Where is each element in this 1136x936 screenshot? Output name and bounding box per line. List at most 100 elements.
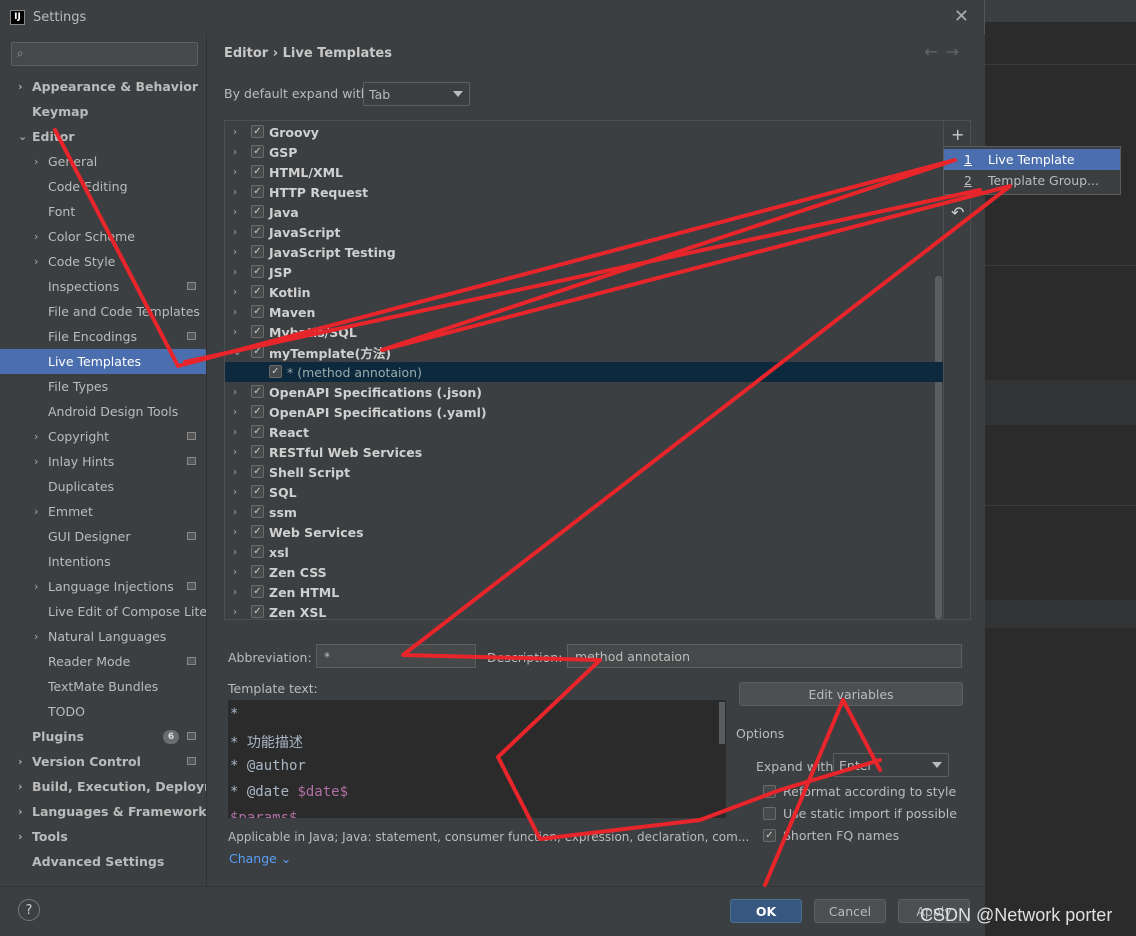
chevron-right-icon[interactable]: › [233,467,237,478]
expand-select[interactable]: Tab [363,82,470,106]
sidebar-item-emmet[interactable]: › Emmet [0,499,206,524]
template-group[interactable]: › ✓ Zen XSL [225,602,943,620]
breadcrumb-part[interactable]: Editor [224,46,268,61]
chevron-right-icon[interactable]: › [233,527,237,538]
template-group[interactable]: › ✓ Zen CSS [225,562,943,582]
sidebar-item-appearance[interactable]: › Appearance & Behavior [0,74,206,99]
chevron-right-icon[interactable]: › [233,227,237,238]
sidebar-item-todo[interactable]: TODO [0,699,206,724]
chevron-right-icon[interactable]: › [233,387,237,398]
sidebar-item-languages[interactable]: › Languages & Frameworks [0,799,214,824]
chevron-right-icon[interactable]: › [233,547,237,558]
sidebar-item-advanced[interactable]: Advanced Settings [0,849,206,874]
chevron-right-icon[interactable]: › [233,287,237,298]
editor-scrollbar[interactable] [719,702,725,744]
template-checkbox[interactable]: ✓ [251,185,264,198]
template-group[interactable]: ⌄ ✓ myTemplate(方法) [225,342,943,362]
sidebar-item-file-code-templates[interactable]: File and Code Templates [0,299,206,324]
template-text-editor[interactable]: * * 功能描述 * @author * @date $date$ $param… [228,700,726,818]
sidebar-item-reader-mode[interactable]: Reader Mode [0,649,206,674]
edit-variables-button[interactable]: Edit variables [739,682,963,706]
sidebar-item-tools[interactable]: › Tools [0,824,206,849]
close-icon[interactable]: ✕ [954,6,969,27]
template-group[interactable]: › ✓ OpenAPI Specifications (.yaml) [225,402,943,422]
template-group[interactable]: › ✓ JavaScript Testing [225,242,943,262]
template-checkbox[interactable]: ✓ [251,225,264,238]
template-group[interactable]: › ✓ ssm [225,502,943,522]
chevron-right-icon[interactable]: › [233,207,237,218]
template-group[interactable]: › ✓ Maven [225,302,943,322]
sidebar-item-keymap[interactable]: Keymap [0,99,206,124]
template-group[interactable]: › ✓ Zen HTML [225,582,943,602]
chevron-right-icon[interactable]: › [233,327,237,338]
cancel-button[interactable]: Cancel [814,899,886,923]
sidebar-item-file-types[interactable]: File Types [0,374,206,399]
sidebar-item-intentions[interactable]: Intentions [0,549,206,574]
chevron-right-icon[interactable]: › [233,167,237,178]
chevron-right-icon[interactable]: › [233,187,237,198]
sidebar-item-plugins[interactable]: Plugins 6 [0,724,206,749]
ok-button[interactable]: OK [730,899,802,923]
help-icon[interactable]: ? [18,899,40,921]
template-checkbox[interactable]: ✓ [251,385,264,398]
chevron-right-icon[interactable]: › [233,567,237,578]
template-checkbox[interactable]: ✓ [251,485,264,498]
sidebar-item-textmate-bundles[interactable]: TextMate Bundles [0,674,206,699]
template-checkbox[interactable]: ✓ [269,365,282,378]
chevron-right-icon[interactable]: › [233,607,237,618]
template-checkbox[interactable]: ✓ [251,565,264,578]
chevron-right-icon[interactable]: › [233,307,237,318]
template-checkbox[interactable]: ✓ [251,465,264,478]
template-checkbox[interactable]: ✓ [251,425,264,438]
chevron-right-icon[interactable]: › [233,487,237,498]
template-group[interactable]: › ✓ RESTful Web Services [225,442,943,462]
back-icon[interactable]: ← [924,42,945,61]
sidebar-item-live-edit-compose[interactable]: Live Edit of Compose Lite [0,599,207,624]
undo-icon[interactable]: ↶ [951,203,964,222]
abbreviation-input[interactable]: * [316,644,476,668]
chevron-right-icon[interactable]: › [233,427,237,438]
template-group[interactable]: › ✓ Groovy [225,122,943,142]
template-item[interactable]: ✓ * (method annotaion) [225,362,943,382]
template-group[interactable]: › ✓ Web Services [225,522,943,542]
template-group[interactable]: › ✓ Shell Script [225,462,943,482]
chevron-right-icon[interactable]: › [233,507,237,518]
template-group[interactable]: › ✓ JSP [225,262,943,282]
sidebar-item-duplicates[interactable]: Duplicates [0,474,206,499]
template-group[interactable]: › ✓ xsl [225,542,943,562]
change-link[interactable]: Change ⌄ [229,851,291,866]
template-checkbox[interactable]: ✓ [251,525,264,538]
sidebar-item-gui-designer[interactable]: GUI Designer [0,524,206,549]
template-checkbox[interactable]: ✓ [251,405,264,418]
template-checkbox[interactable]: ✓ [251,205,264,218]
template-checkbox[interactable]: ✓ [251,345,264,358]
template-checkbox[interactable]: ✓ [251,445,264,458]
sidebar-item-code-editing[interactable]: Code Editing [0,174,206,199]
template-group[interactable]: › ✓ Mybatis/SQL [225,322,943,342]
sidebar-item-font[interactable]: Font [0,199,206,224]
static-import-option[interactable]: Use static import if possible [763,806,957,821]
sidebar-item-code-style[interactable]: › Code Style [0,249,206,274]
template-checkbox[interactable]: ✓ [251,305,264,318]
template-checkbox[interactable]: ✓ [251,605,264,618]
template-group[interactable]: › ✓ Java [225,202,943,222]
sidebar-item-live-templates[interactable]: Live Templates [0,349,206,374]
chevron-right-icon[interactable]: › [233,587,237,598]
reformat-checkbox[interactable] [763,785,776,798]
sidebar-item-version-control[interactable]: › Version Control [0,749,206,774]
add-icon[interactable]: + [951,125,964,144]
template-checkbox[interactable]: ✓ [251,265,264,278]
chevron-right-icon[interactable]: › [233,267,237,278]
sidebar-item-file-encodings[interactable]: File Encodings [0,324,206,349]
sidebar-item-natural-languages[interactable]: › Natural Languages [0,624,206,649]
reformat-option[interactable]: Reformat according to style [763,784,956,799]
template-group[interactable]: › ✓ GSP [225,142,943,162]
chevron-right-icon[interactable]: › [233,247,237,258]
menu-item-live-template[interactable]: 1 Live Template [944,149,1120,170]
chevron-right-icon[interactable]: › [233,147,237,158]
template-checkbox[interactable]: ✓ [251,165,264,178]
template-group[interactable]: › ✓ SQL [225,482,943,502]
sidebar-item-general[interactable]: › General [0,149,206,174]
expand-with-select[interactable]: Enter [833,753,949,777]
template-group[interactable]: › ✓ OpenAPI Specifications (.json) [225,382,943,402]
